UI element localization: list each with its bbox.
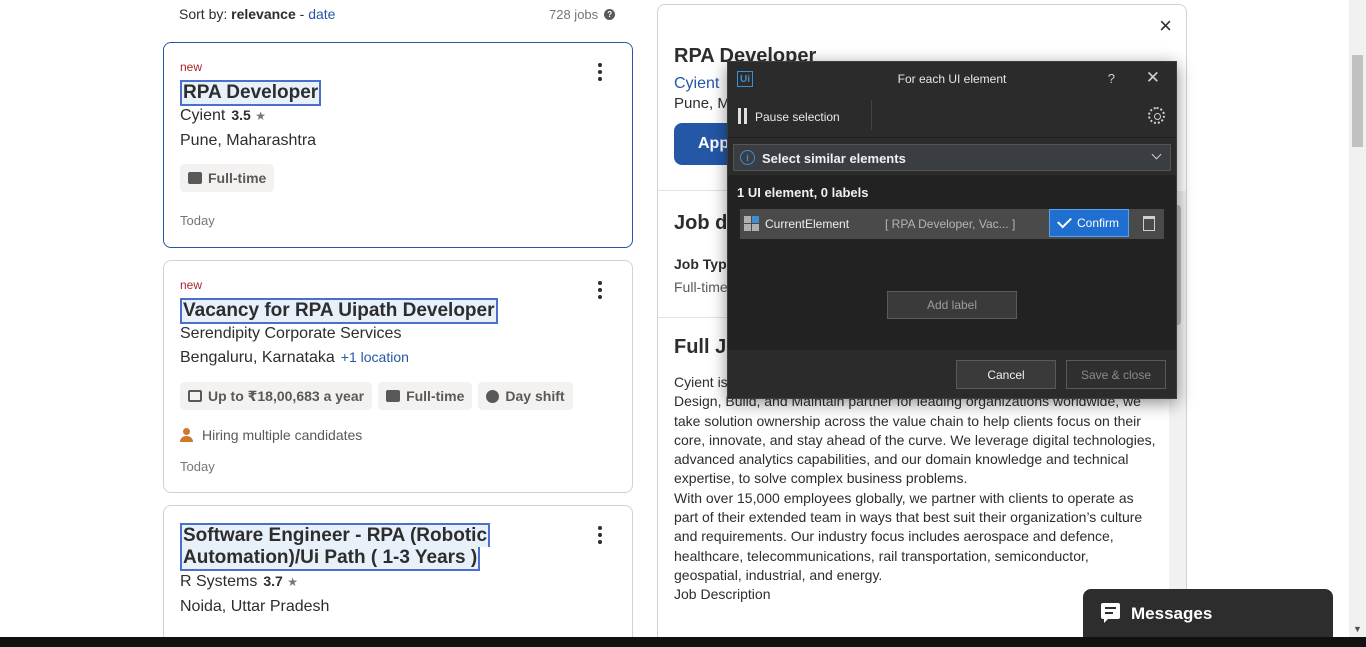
briefcase-icon bbox=[188, 172, 202, 184]
pause-selection-button[interactable]: Pause selection bbox=[755, 110, 840, 124]
star-icon: ★ bbox=[255, 109, 267, 123]
job-type-tag: Full-time bbox=[180, 164, 275, 192]
detail-company-link[interactable]: Cyient bbox=[674, 75, 719, 93]
new-badge: new bbox=[180, 278, 203, 292]
element-name: CurrentElement bbox=[765, 217, 850, 231]
chat-icon bbox=[1101, 603, 1120, 623]
element-row[interactable]: CurrentElement [ RPA Developer, Vac... ]… bbox=[740, 209, 1164, 239]
job-tags: Full-time bbox=[180, 164, 275, 192]
job-card[interactable]: new RPA Developer Cyient 3.5 ★ Pune, Maha… bbox=[163, 42, 633, 248]
element-count: 1 UI element, 0 labels bbox=[737, 185, 869, 200]
sort-separator: - bbox=[299, 6, 305, 22]
new-badge: new bbox=[180, 60, 203, 74]
sort-label: Sort by: bbox=[179, 6, 228, 22]
company-rating: 3.5 bbox=[231, 107, 251, 123]
info-icon: i bbox=[740, 150, 755, 165]
job-count-text: 728 jobs bbox=[549, 7, 599, 22]
close-icon[interactable]: ✕ bbox=[1146, 68, 1160, 88]
job-count: 728 jobs ? bbox=[549, 7, 616, 22]
help-icon[interactable]: ? bbox=[1108, 71, 1115, 86]
job-location: Pune, Maharashtra bbox=[180, 132, 317, 149]
job-location: Bengaluru, Karnataka +1 location bbox=[180, 349, 409, 366]
company-line: R Systems 3.7 ★ bbox=[180, 573, 298, 591]
more-options-icon[interactable] bbox=[590, 278, 610, 302]
for-each-ui-element-dialog: Ui For each UI element ? ✕ Pause selecti… bbox=[727, 61, 1177, 399]
sort-relevance[interactable]: relevance bbox=[231, 6, 296, 22]
job-card[interactable]: Software Engineer - RPA (Robotic Automat… bbox=[163, 505, 633, 647]
sort-bar: Sort by: relevance - date bbox=[179, 6, 335, 22]
sort-date-link[interactable]: date bbox=[308, 6, 335, 22]
selection-mode-dropdown[interactable]: i Select similar elements bbox=[733, 144, 1171, 171]
job-title-link[interactable]: Vacancy for RPA Uipath Developer bbox=[180, 298, 498, 324]
elements-panel: 1 UI element, 0 labels CurrentElement [ … bbox=[728, 175, 1176, 350]
more-options-icon[interactable] bbox=[590, 60, 610, 84]
save-close-button[interactable]: Save & close bbox=[1066, 360, 1166, 389]
detail-location: Pune, M bbox=[674, 95, 730, 112]
job-description: Cyient is Design, Build, and Maintain pa… bbox=[674, 373, 1159, 605]
company-line: Cyient 3.5 ★ bbox=[180, 107, 266, 125]
job-title-link[interactable]: Software Engineer - RPA (Robotic bbox=[180, 523, 491, 547]
briefcase-icon bbox=[386, 390, 401, 402]
shift-tag: Day shift bbox=[478, 382, 573, 410]
confirm-button[interactable]: Confirm bbox=[1049, 209, 1129, 237]
job-title-link[interactable]: RPA Developer bbox=[180, 80, 322, 106]
job-type-tag: Full-time bbox=[378, 382, 473, 410]
more-options-icon[interactable] bbox=[590, 523, 610, 547]
chevron-down-icon bbox=[1151, 149, 1162, 160]
close-icon[interactable]: × bbox=[1159, 15, 1172, 37]
job-card[interactable]: new Vacancy for RPA Uipath Developer Ser… bbox=[163, 260, 633, 493]
gear-icon[interactable] bbox=[1148, 107, 1165, 124]
job-tags: Up to ₹18,00,683 a year Full-time Day sh… bbox=[180, 382, 573, 410]
job-title-link-line2[interactable]: Automation)/Ui Path ( 1-3 Years ) bbox=[180, 547, 481, 571]
messages-label: Messages bbox=[1131, 604, 1213, 623]
posted-date: Today bbox=[180, 213, 215, 228]
job-type-label: Job Type bbox=[674, 256, 735, 272]
money-icon bbox=[188, 390, 202, 402]
add-label-button[interactable]: Add label bbox=[887, 291, 1017, 319]
desc-paragraph: With over 15,000 employees globally, we … bbox=[674, 489, 1143, 583]
scroll-down-icon[interactable]: ▼ bbox=[1353, 624, 1362, 634]
job-location: Noida, Uttar Pradesh bbox=[180, 598, 330, 615]
toolbar-separator bbox=[871, 100, 872, 130]
posted-date: Today bbox=[180, 459, 215, 474]
selection-mode-label: Select similar elements bbox=[762, 151, 906, 166]
desc-paragraph: Design, Build, and Maintain partner for … bbox=[674, 393, 1156, 487]
more-locations-link[interactable]: +1 location bbox=[341, 349, 409, 365]
dialog-toolbar: Pause selection bbox=[728, 96, 1176, 138]
help-icon[interactable]: ? bbox=[604, 9, 616, 20]
dialog-titlebar[interactable]: Ui For each UI element ? ✕ bbox=[728, 62, 1176, 96]
trash-icon[interactable] bbox=[1143, 216, 1155, 231]
job-type-value: Full-time bbox=[674, 279, 728, 295]
pause-icon[interactable] bbox=[738, 108, 748, 124]
star-icon: ★ bbox=[287, 575, 299, 589]
company-name[interactable]: Serendipity Corporate Services bbox=[180, 325, 401, 343]
page-scrollbar[interactable]: ▼ bbox=[1349, 0, 1366, 637]
company-name[interactable]: Cyient bbox=[180, 107, 225, 124]
hiring-note: Hiring multiple candidates bbox=[180, 427, 362, 443]
person-add-icon bbox=[180, 428, 196, 442]
cancel-button[interactable]: Cancel bbox=[956, 360, 1056, 389]
company-rating: 3.7 bbox=[263, 573, 283, 589]
element-value: [ RPA Developer, Vac... ] bbox=[885, 217, 1016, 231]
element-icon bbox=[744, 216, 760, 232]
company-name[interactable]: R Systems bbox=[180, 573, 257, 590]
taskbar bbox=[0, 637, 1366, 647]
salary-tag: Up to ₹18,00,683 a year bbox=[180, 382, 373, 410]
clock-icon bbox=[486, 389, 500, 403]
page-scroll-thumb[interactable] bbox=[1352, 55, 1363, 147]
messages-widget[interactable]: Messages bbox=[1083, 589, 1333, 639]
checkmark-icon bbox=[1057, 213, 1072, 229]
